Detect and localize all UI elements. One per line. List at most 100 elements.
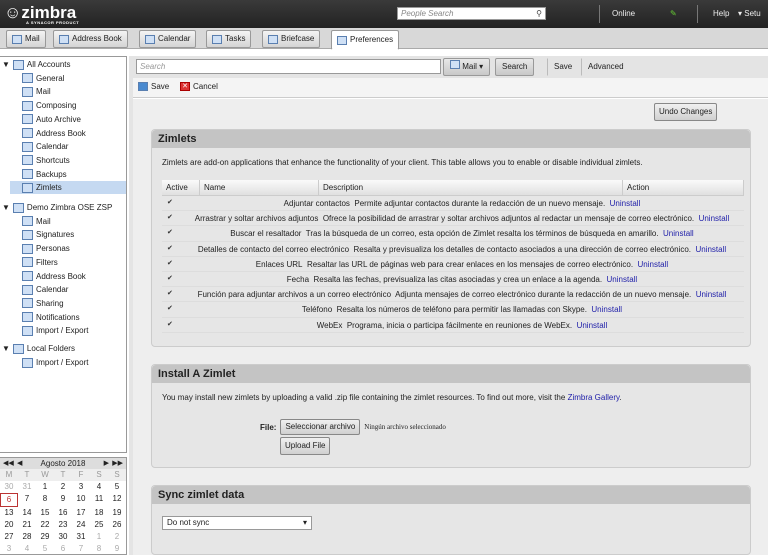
calendar-day[interactable]: 12 xyxy=(108,493,126,507)
column-header-action[interactable]: Action xyxy=(623,180,744,195)
calendar-day[interactable]: 28 xyxy=(18,531,36,543)
tab-mail[interactable]: Mail xyxy=(6,30,46,48)
cancel-button[interactable]: ✕ Cancel xyxy=(180,82,218,91)
sidebar-demo-item-filters[interactable]: Filters xyxy=(22,256,58,269)
sidebar-item-shortcuts[interactable]: Shortcuts xyxy=(22,154,70,167)
help-menu[interactable]: Help xyxy=(713,9,729,18)
sidebar-item-general[interactable]: General xyxy=(22,72,64,85)
next-year-button[interactable]: ▶▶ xyxy=(112,458,123,469)
calendar-day[interactable]: 23 xyxy=(54,519,72,531)
sidebar-item-zimlets[interactable]: Zimlets xyxy=(10,181,126,195)
active-checkbox[interactable]: ✔ xyxy=(167,305,175,313)
calendar-day[interactable]: 6 xyxy=(0,493,18,507)
local-folders-header[interactable]: ▼ Local Folders xyxy=(2,342,75,355)
sync-select[interactable]: Do not sync ▾ xyxy=(162,516,312,530)
tab-preferences[interactable]: Preferences xyxy=(331,30,400,50)
column-header-name[interactable]: Name xyxy=(200,180,319,195)
calendar-day[interactable]: 31 xyxy=(72,531,90,543)
collapse-arrow-icon[interactable]: ▼ xyxy=(2,201,10,214)
column-header-description[interactable]: Description xyxy=(319,180,623,195)
calendar-day[interactable]: 24 xyxy=(72,519,90,531)
sidebar-item-calendar[interactable]: Calendar xyxy=(22,140,68,153)
calendar-day[interactable]: 29 xyxy=(36,531,54,543)
calendar-day[interactable]: 9 xyxy=(54,493,72,507)
uninstall-link[interactable]: Uninstall xyxy=(577,321,608,330)
calendar-day[interactable]: 7 xyxy=(18,493,36,507)
upload-file-button[interactable]: Upload File xyxy=(280,437,331,455)
calendar-day[interactable]: 17 xyxy=(72,507,90,519)
calendar-day[interactable]: 4 xyxy=(18,543,36,555)
zimbra-logo[interactable]: ☺zimbra A SYNACOR PRODUCT xyxy=(4,3,79,25)
sidebar-item-auto-archive[interactable]: Auto Archive xyxy=(22,113,81,126)
active-checkbox[interactable]: ✔ xyxy=(167,321,175,329)
uninstall-link[interactable]: Uninstall xyxy=(663,229,694,238)
tab-address-book[interactable]: Address Book xyxy=(53,30,128,48)
feather-icon[interactable]: ✎ xyxy=(670,9,677,18)
sidebar-demo-item-notifications[interactable]: Notifications xyxy=(22,311,80,324)
save-search-button[interactable]: Save xyxy=(547,58,579,76)
sidebar-demo-item-signatures[interactable]: Signatures xyxy=(22,228,74,241)
calendar-day[interactable]: 2 xyxy=(108,531,126,543)
uninstall-link[interactable]: Uninstall xyxy=(699,214,730,223)
calendar-day[interactable]: 25 xyxy=(90,519,108,531)
sidebar-item-mail[interactable]: Mail xyxy=(22,85,51,98)
calendar-day[interactable]: 9 xyxy=(108,543,126,555)
calendar-day[interactable]: 1 xyxy=(90,531,108,543)
choose-file-button[interactable]: Seleccionar archivo xyxy=(280,419,361,435)
calendar-day[interactable]: 21 xyxy=(18,519,36,531)
calendar-day[interactable]: 7 xyxy=(72,543,90,555)
active-checkbox[interactable]: ✔ xyxy=(167,229,175,237)
active-checkbox[interactable]: ✔ xyxy=(167,260,175,268)
active-checkbox[interactable]: ✔ xyxy=(167,290,175,298)
calendar-day[interactable]: 14 xyxy=(18,507,36,519)
uninstall-link[interactable]: Uninstall xyxy=(607,275,638,284)
calendar-day[interactable]: 22 xyxy=(36,519,54,531)
calendar-day[interactable]: 20 xyxy=(0,519,18,531)
calendar-day[interactable]: 6 xyxy=(54,543,72,555)
uninstall-link[interactable]: Uninstall xyxy=(591,305,622,314)
setup-menu[interactable]: ▾ Setu xyxy=(738,9,761,18)
uninstall-link[interactable]: Uninstall xyxy=(695,245,726,254)
calendar-day[interactable]: 8 xyxy=(36,493,54,507)
calendar-day[interactable]: 8 xyxy=(90,543,108,555)
prev-year-button[interactable]: ◀◀ xyxy=(3,458,14,469)
calendar-day[interactable]: 10 xyxy=(72,493,90,507)
column-header-active[interactable]: Active xyxy=(162,180,200,195)
search-type-dropdown[interactable]: Mail ▾ xyxy=(443,58,491,76)
calendar-day[interactable]: 30 xyxy=(0,481,18,493)
tab-briefcase[interactable]: Briefcase xyxy=(262,30,321,48)
active-checkbox[interactable]: ✔ xyxy=(167,199,175,207)
undo-changes-button[interactable]: Undo Changes xyxy=(654,103,718,121)
sidebar-demo-item-calendar[interactable]: Calendar xyxy=(22,283,68,296)
active-checkbox[interactable]: ✔ xyxy=(167,245,175,253)
calendar-day[interactable]: 1 xyxy=(36,481,54,493)
search-icon[interactable]: ⚲ xyxy=(536,8,542,19)
calendar-day[interactable]: 27 xyxy=(0,531,18,543)
sidebar-demo-item-mail[interactable]: Mail xyxy=(22,215,51,228)
people-search-input[interactable]: People Search ⚲ xyxy=(397,7,546,20)
sidebar-item-backups[interactable]: Backups xyxy=(22,168,67,181)
all-accounts-header[interactable]: ▼ All Accounts xyxy=(2,58,71,71)
calendar-day[interactable]: 5 xyxy=(36,543,54,555)
calendar-day[interactable]: 3 xyxy=(72,481,90,493)
collapse-arrow-icon[interactable]: ▼ xyxy=(2,58,10,71)
search-button[interactable]: Search xyxy=(495,58,535,76)
calendar-day[interactable]: 11 xyxy=(90,493,108,507)
calendar-day[interactable]: 31 xyxy=(18,481,36,493)
calendar-day[interactable]: 2 xyxy=(54,481,72,493)
active-checkbox[interactable]: ✔ xyxy=(167,214,175,222)
uninstall-link[interactable]: Uninstall xyxy=(610,199,641,208)
tab-tasks[interactable]: Tasks xyxy=(206,30,252,48)
sidebar-item-composing[interactable]: Composing xyxy=(22,99,76,112)
sidebar-demo-item-personas[interactable]: Personas xyxy=(22,242,70,255)
advanced-search-button[interactable]: Advanced xyxy=(581,58,631,76)
calendar-day[interactable]: 15 xyxy=(36,507,54,519)
online-status[interactable]: Online xyxy=(612,9,635,18)
calendar-day[interactable]: 30 xyxy=(54,531,72,543)
sidebar-item-address-book[interactable]: Address Book xyxy=(22,127,86,140)
calendar-day[interactable]: 18 xyxy=(90,507,108,519)
calendar-day[interactable]: 3 xyxy=(0,543,18,555)
next-month-button[interactable]: ▶ xyxy=(104,458,109,469)
sidebar-demo-item-sharing[interactable]: Sharing xyxy=(22,297,64,310)
uninstall-link[interactable]: Uninstall xyxy=(638,260,669,269)
